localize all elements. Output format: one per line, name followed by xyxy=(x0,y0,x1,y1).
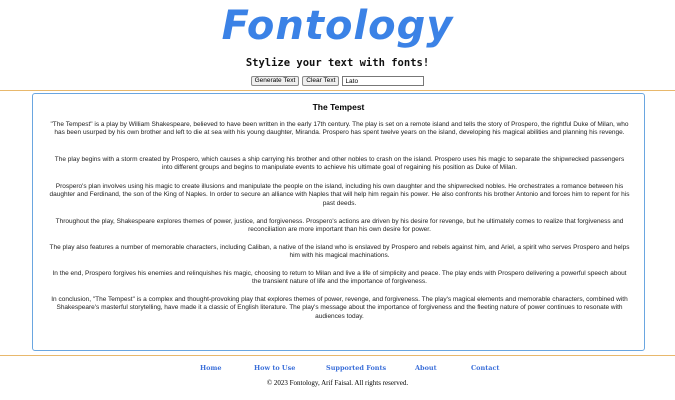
tagline: Stylize your text with fonts! xyxy=(245,57,430,69)
paragraph: In the end, Prospero forgives his enemie… xyxy=(52,270,627,286)
clear-text-button[interactable]: Clear Text xyxy=(302,76,340,86)
paragraph: "The Tempest" is a play by William Shake… xyxy=(50,121,629,137)
nav-about-link[interactable]: About xyxy=(415,364,437,372)
nav-home-link[interactable]: Home xyxy=(200,364,222,372)
content-title: The Tempest xyxy=(312,102,365,112)
paragraph: Throughout the play, Shakespeare explore… xyxy=(55,218,624,234)
paragraph: Prospero's plan involves using his magic… xyxy=(49,183,630,207)
copyright: © 2023 Fontology, Arif Faisal. All right… xyxy=(266,379,409,387)
header-divider xyxy=(0,90,675,91)
paragraph: The play also features a number of memor… xyxy=(49,244,630,260)
generate-text-button[interactable]: Generate Text xyxy=(250,76,300,86)
paragraph: The play begins with a storm created by … xyxy=(54,156,625,172)
nav-contact-link[interactable]: Contact xyxy=(471,364,499,372)
footer-divider xyxy=(0,355,675,356)
logo: Fontology xyxy=(221,3,454,49)
nav-how-to-use-link[interactable]: How to Use xyxy=(254,364,295,372)
text-controls: Generate Text Clear Text xyxy=(0,76,675,86)
text-output-area[interactable]: The Tempest "The Tempest" is a play by W… xyxy=(32,93,645,351)
font-input[interactable] xyxy=(342,76,425,86)
paragraph: In conclusion, "The Tempest" is a comple… xyxy=(51,296,628,320)
nav-supported-fonts-link[interactable]: Supported Fonts xyxy=(326,364,386,372)
